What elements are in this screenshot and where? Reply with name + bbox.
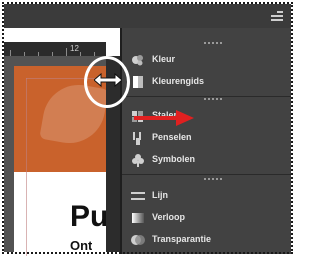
color-guide-icon [133, 76, 143, 88]
transparency-icon [131, 235, 145, 245]
panel-item-label: Transparantie [152, 234, 212, 244]
panels-dock: Kleur Kleurengids Stalen Penselen Symbol… [122, 28, 291, 254]
group-grip[interactable] [204, 178, 222, 180]
brushes-icon [133, 132, 141, 145]
panel-item-label: Kleurengids [152, 76, 205, 86]
panel-item-label: Symbolen [152, 154, 196, 164]
symbols-icon [132, 154, 144, 167]
color-icon [132, 55, 143, 66]
stroke-icon [131, 192, 145, 200]
resize-arrows-icon [94, 72, 122, 88]
panel-item-symbols[interactable]: Symbolen [122, 150, 291, 170]
panel-item-brushes[interactable]: Penselen [122, 128, 291, 148]
group-grip[interactable] [204, 42, 222, 44]
panel-item-label: Verloop [152, 212, 186, 222]
document-subtitle: Ont [70, 238, 93, 252]
panel-item-label: Kleur [152, 54, 176, 64]
panel-item-color[interactable]: Kleur [122, 50, 291, 70]
panel-item-transparency[interactable]: Transparantie [122, 230, 291, 250]
panel-item-gradient[interactable]: Verloop [122, 208, 291, 228]
horizontal-ruler: 12 [4, 42, 106, 56]
panel-item-color-guide[interactable]: Kleurengids [122, 72, 291, 92]
gradient-icon [132, 213, 144, 223]
panel-item-stroke[interactable]: Lijn [122, 186, 291, 206]
separator [122, 174, 291, 175]
top-toolbar [4, 4, 291, 28]
margin-guide [26, 78, 27, 256]
ruler-number: 12 [70, 44, 79, 53]
group-grip[interactable] [204, 98, 222, 100]
panel-item-label: Penselen [152, 132, 192, 142]
red-direction-arrow-icon [134, 110, 194, 126]
document-title: Pu [70, 200, 109, 233]
panel-item-label: Lijn [152, 190, 168, 200]
separator [122, 96, 291, 97]
panel-menu-icon[interactable] [271, 11, 283, 21]
